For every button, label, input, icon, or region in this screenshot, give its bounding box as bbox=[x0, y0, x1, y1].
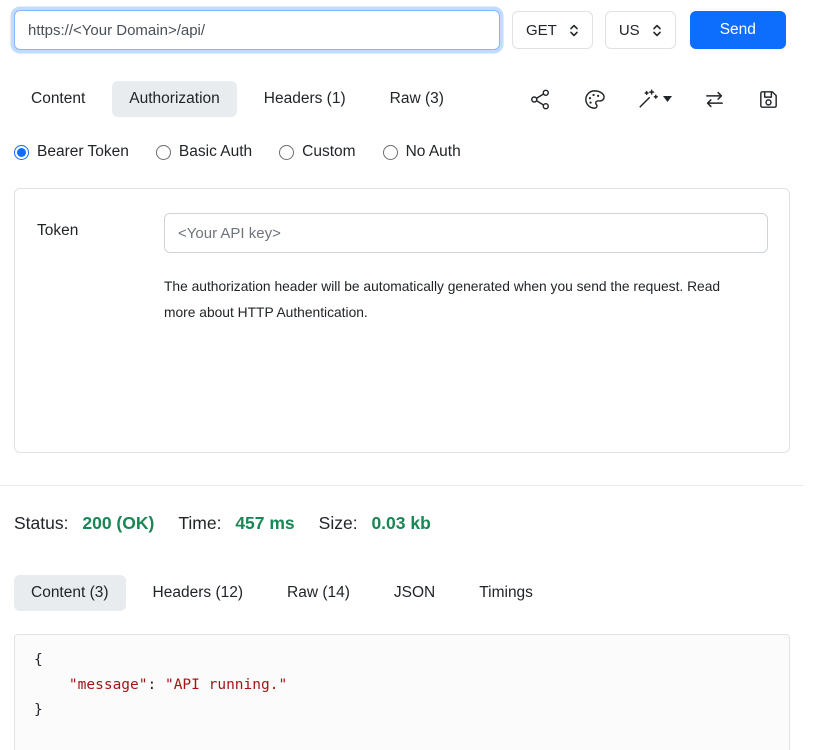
code-line: } bbox=[34, 698, 770, 723]
tab-authorization[interactable]: Authorization bbox=[112, 81, 236, 117]
radio-unselected-icon bbox=[156, 145, 171, 160]
save-icon bbox=[757, 88, 780, 111]
tab-response-timings[interactable]: Timings bbox=[462, 575, 550, 611]
radio-selected-icon bbox=[14, 145, 29, 160]
code-value: "API running." bbox=[165, 677, 287, 693]
code-colon: : bbox=[148, 677, 165, 693]
request-bar: GET US Send bbox=[14, 10, 790, 50]
magic-wand-icon bbox=[637, 88, 659, 110]
api-client-page: GET US Send Content Authorization Header… bbox=[0, 0, 804, 750]
auth-option-bearer-token[interactable]: Bearer Token bbox=[14, 143, 129, 161]
method-select[interactable]: GET bbox=[512, 11, 593, 49]
status-group: Status: 200 (OK) bbox=[14, 513, 154, 534]
request-tabs-bar: Content Authorization Headers (1) Raw (3… bbox=[14, 81, 790, 117]
share-button[interactable] bbox=[529, 88, 552, 111]
size-label: Size: bbox=[319, 513, 358, 533]
region-select[interactable]: US bbox=[605, 11, 676, 49]
token-column: The authorization header will be automat… bbox=[164, 213, 768, 325]
radio-label: No Auth bbox=[406, 143, 461, 161]
auth-option-basic-auth[interactable]: Basic Auth bbox=[156, 143, 252, 161]
radio-label: Basic Auth bbox=[179, 143, 252, 161]
token-label: Token bbox=[37, 213, 164, 325]
radio-label: Custom bbox=[302, 143, 355, 161]
tab-response-content[interactable]: Content (3) bbox=[14, 575, 126, 611]
palette-icon bbox=[583, 88, 606, 111]
caret-down-icon bbox=[663, 96, 672, 102]
tab-response-headers[interactable]: Headers (12) bbox=[136, 575, 260, 611]
swap-request-button[interactable] bbox=[703, 88, 726, 111]
auth-help-text: The authorization header will be automat… bbox=[164, 274, 752, 325]
url-input[interactable] bbox=[14, 10, 500, 50]
auth-option-custom[interactable]: Custom bbox=[279, 143, 355, 161]
section-divider bbox=[0, 485, 804, 486]
toolbar bbox=[529, 88, 790, 111]
send-button[interactable]: Send bbox=[690, 11, 786, 49]
response-body: { "message": "API running." } bbox=[14, 634, 790, 750]
status-value: 200 (OK) bbox=[82, 513, 154, 533]
size-group: Size: 0.03 kb bbox=[319, 513, 431, 534]
theme-button[interactable] bbox=[583, 88, 606, 111]
auth-type-options: Bearer Token Basic Auth Custom No Auth bbox=[14, 143, 790, 161]
tab-response-raw[interactable]: Raw (14) bbox=[270, 575, 367, 611]
select-arrows-icon bbox=[652, 24, 662, 37]
code-brace: } bbox=[34, 702, 43, 718]
code-line: "message": "API running." bbox=[34, 673, 770, 698]
swap-arrows-icon bbox=[703, 88, 726, 111]
select-arrows-icon bbox=[569, 24, 579, 37]
save-button[interactable] bbox=[757, 88, 780, 111]
radio-unselected-icon bbox=[383, 145, 398, 160]
radio-unselected-icon bbox=[279, 145, 294, 160]
code-key: "message" bbox=[69, 677, 148, 693]
tab-raw[interactable]: Raw (3) bbox=[373, 81, 461, 117]
region-select-value: US bbox=[619, 22, 640, 39]
time-label: Time: bbox=[178, 513, 221, 533]
token-input[interactable] bbox=[164, 213, 768, 253]
radio-label: Bearer Token bbox=[37, 143, 129, 161]
time-value: 457 ms bbox=[235, 513, 294, 533]
generate-code-button[interactable] bbox=[637, 88, 672, 110]
tab-content[interactable]: Content bbox=[14, 81, 102, 117]
code-brace: { bbox=[34, 652, 43, 668]
size-value: 0.03 kb bbox=[371, 513, 430, 533]
tab-headers[interactable]: Headers (1) bbox=[247, 81, 363, 117]
tab-response-json[interactable]: JSON bbox=[377, 575, 452, 611]
method-select-value: GET bbox=[526, 22, 557, 39]
code-line: { bbox=[34, 648, 770, 673]
response-tabs: Content (3) Headers (12) Raw (14) JSON T… bbox=[14, 575, 790, 611]
authorization-panel: Token The authorization header will be a… bbox=[14, 188, 790, 453]
response-status-bar: Status: 200 (OK) Time: 457 ms Size: 0.03… bbox=[14, 513, 790, 534]
request-tabs: Content Authorization Headers (1) Raw (3… bbox=[14, 81, 461, 117]
code-indent bbox=[34, 677, 69, 693]
share-nodes-icon bbox=[529, 88, 552, 111]
status-label: Status: bbox=[14, 513, 68, 533]
time-group: Time: 457 ms bbox=[178, 513, 294, 534]
token-row: Token The authorization header will be a… bbox=[37, 213, 767, 325]
auth-option-no-auth[interactable]: No Auth bbox=[383, 143, 461, 161]
